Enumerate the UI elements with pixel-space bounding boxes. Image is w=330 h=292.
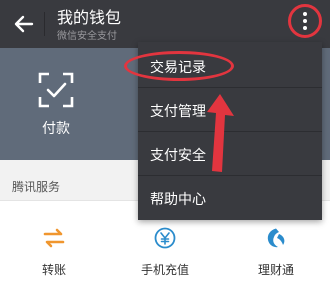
page-subtitle: 微信安全支付 bbox=[57, 31, 117, 42]
service-label: 转账 bbox=[41, 263, 66, 277]
back-arrow-icon bbox=[14, 15, 34, 33]
highlight-circle bbox=[288, 4, 322, 38]
scan-check-icon bbox=[38, 72, 74, 108]
back-button[interactable] bbox=[8, 8, 40, 40]
service-label: 理财通 bbox=[257, 263, 294, 277]
top-bar: 我的钱包 微信安全支付 bbox=[0, 0, 330, 48]
section-title: 腾讯服务 bbox=[12, 180, 61, 194]
service-transfer[interactable]: 转账 bbox=[0, 201, 108, 292]
wealth-icon bbox=[267, 228, 285, 248]
header-divider bbox=[44, 12, 45, 36]
highlight-ellipse bbox=[124, 51, 234, 81]
menu-item-label: 帮助中心 bbox=[150, 192, 206, 208]
menu-item-help-center[interactable]: 帮助中心 bbox=[138, 176, 322, 220]
page-title: 我的钱包 bbox=[57, 8, 122, 27]
red-arrow-icon bbox=[207, 94, 234, 172]
service-label: 手机充值 bbox=[140, 263, 189, 277]
more-options-button[interactable] bbox=[288, 4, 322, 38]
transfer-icon bbox=[43, 228, 65, 248]
phone-recharge-icon bbox=[154, 227, 176, 249]
pay-button[interactable]: 付款 bbox=[14, 56, 98, 152]
menu-item-transactions[interactable]: 交易记录 bbox=[124, 44, 322, 88]
pay-label: 付款 bbox=[42, 121, 70, 137]
